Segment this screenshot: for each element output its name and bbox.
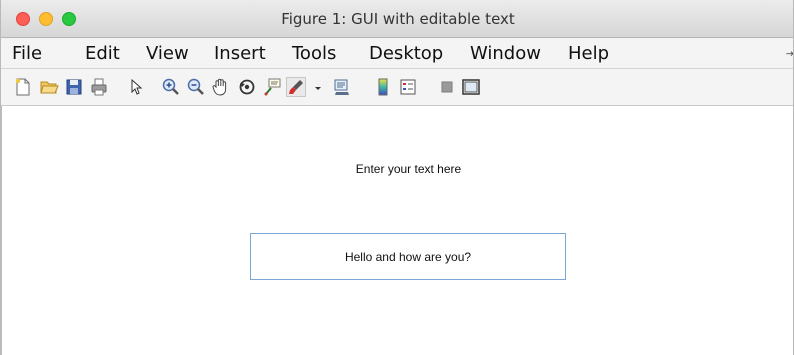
zoom-in-icon[interactable] [161,77,181,97]
print-icon[interactable] [89,77,109,97]
menu-insert[interactable]: Insert [214,43,266,64]
menu-desktop[interactable]: Desktop [369,43,443,64]
menu-bar: File Edit View Insert Tools Desktop Wind… [1,38,793,69]
menu-dock-icon[interactable]: ⇥ [786,47,793,60]
figure-window: Figure 1: GUI with editable text File Ed… [0,0,794,355]
menu-file[interactable]: File [12,43,42,64]
rotate-3d-icon[interactable] [237,77,257,97]
new-figure-icon[interactable] [13,77,33,97]
legend-icon[interactable] [398,77,418,97]
prompt-static-text: Enter your text here [355,162,462,176]
menu-view[interactable]: View [146,43,189,64]
show-plot-tools-icon[interactable] [461,77,481,97]
hide-plot-tools-icon[interactable] [437,77,457,97]
save-icon[interactable] [64,77,84,97]
brush-dropdown-icon[interactable] [308,77,321,97]
menu-help[interactable]: Help [568,43,609,64]
window-title: Figure 1: GUI with editable text [281,10,515,28]
menu-edit[interactable]: Edit [85,43,120,64]
link-plot-icon[interactable] [332,77,352,97]
data-cursor-icon[interactable] [263,77,283,97]
editable-text-field[interactable] [250,233,566,280]
open-file-icon[interactable] [39,77,59,97]
figure-toolbar [1,69,793,106]
brush-icon[interactable] [286,77,306,97]
menu-window[interactable]: Window [470,43,541,64]
colorbar-icon[interactable] [373,77,393,97]
figure-canvas: Enter your text here [1,106,793,355]
menu-tools[interactable]: Tools [292,43,336,64]
title-bar[interactable]: Figure 1: GUI with editable text [1,0,793,38]
zoom-out-icon[interactable] [186,77,206,97]
pan-hand-icon[interactable] [211,77,231,97]
edit-plot-arrow-icon[interactable] [126,77,146,97]
